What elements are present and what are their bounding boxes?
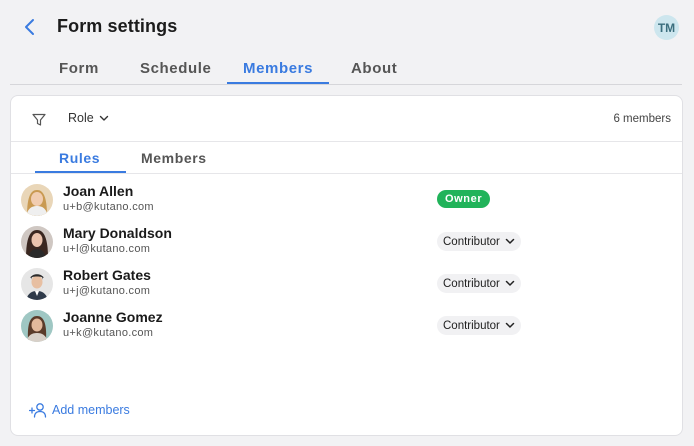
chevron-down-icon — [505, 238, 515, 244]
tab-about[interactable]: About — [351, 60, 397, 77]
avatar — [21, 226, 53, 258]
member-name: Robert Gates — [63, 267, 151, 283]
member-name: Mary Donaldson — [63, 225, 172, 241]
owner-badge: Owner — [437, 190, 491, 208]
chevron-down-icon — [99, 115, 108, 121]
filter-icon[interactable] — [31, 112, 47, 128]
member-email: u+j@kutano.com — [63, 285, 151, 297]
role-dropdown[interactable]: Contributor — [437, 274, 521, 293]
member-count: 6 members — [613, 113, 671, 125]
tab-schedule[interactable]: Schedule — [140, 60, 212, 77]
add-user-icon — [29, 403, 47, 418]
member-name: Joan Allen — [63, 183, 134, 199]
main-tabs: Form Schedule Members About — [10, 54, 682, 85]
avatar — [21, 310, 53, 342]
header: Form settings TM — [0, 0, 694, 54]
role-filter-label: Role — [68, 111, 94, 125]
tab-members[interactable]: Members — [243, 60, 313, 77]
role-label: Contributor — [443, 277, 500, 290]
member-row[interactable]: Robert Gates u+j@kutano.com Contributor — [21, 264, 661, 304]
role-label: Contributor — [443, 235, 500, 248]
member-email: u+k@kutano.com — [63, 327, 154, 339]
member-row[interactable]: Joan Allen u+b@kutano.com Owner — [21, 180, 661, 220]
sub-tabs: Rules Members — [11, 142, 682, 174]
active-subtab-indicator — [35, 171, 126, 173]
member-email: u+b@kutano.com — [63, 201, 154, 213]
member-name: Joanne Gomez — [63, 309, 163, 325]
tab-form[interactable]: Form — [59, 60, 99, 77]
role-dropdown[interactable]: Contributor — [437, 316, 521, 335]
avatar — [21, 184, 53, 216]
role-filter-dropdown[interactable]: Role — [68, 111, 109, 125]
role-label: Contributor — [443, 319, 500, 332]
back-button[interactable] — [18, 14, 42, 40]
add-members-label: Add members — [52, 403, 130, 417]
chevron-down-icon — [505, 322, 515, 328]
subtab-members[interactable]: Members — [141, 150, 207, 166]
add-members-button[interactable]: Add members — [29, 402, 130, 418]
user-avatar[interactable]: TM — [654, 15, 679, 40]
subtab-rules[interactable]: Rules — [59, 150, 100, 166]
chevron-left-icon — [25, 19, 34, 35]
member-email: u+l@kutano.com — [63, 243, 151, 255]
member-row[interactable]: Mary Donaldson u+l@kutano.com Contributo… — [21, 222, 661, 262]
avatar — [21, 268, 53, 300]
member-row[interactable]: Joanne Gomez u+k@kutano.com Contributor — [21, 306, 661, 346]
filter-bar: Role 6 members — [11, 96, 682, 142]
role-dropdown[interactable]: Contributor — [437, 232, 521, 251]
chevron-down-icon — [505, 280, 515, 286]
members-card: Role 6 members Rules Members Joan Allen … — [10, 95, 683, 436]
page-title: Form settings — [57, 16, 178, 36]
active-tab-indicator — [227, 82, 329, 84]
